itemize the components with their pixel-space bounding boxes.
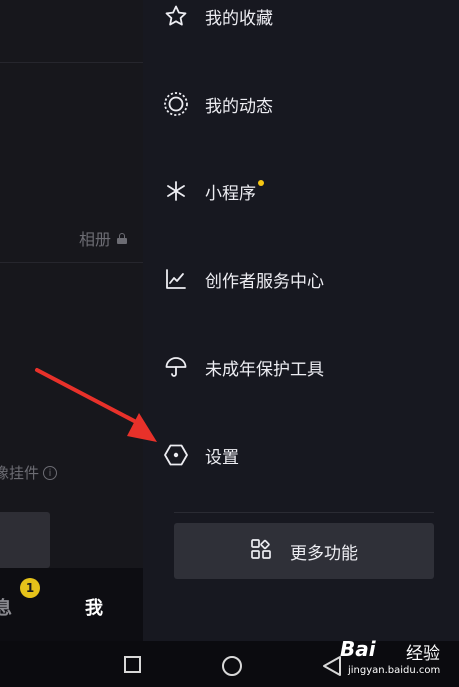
notification-badge: 1 bbox=[20, 578, 40, 598]
widget-label: 像挂件 bbox=[0, 464, 40, 482]
album-tab[interactable]: 相册 bbox=[79, 226, 127, 250]
umbrella-icon bbox=[163, 354, 189, 380]
hexagon-settings-icon bbox=[163, 442, 189, 468]
menu-item-label: 小程序 bbox=[205, 183, 256, 204]
more-features-label: 更多功能 bbox=[290, 543, 358, 564]
chart-line-icon bbox=[163, 266, 189, 292]
watermark-url: jingyan.baidu.com bbox=[348, 665, 441, 676]
bottom-tab-bar bbox=[0, 568, 143, 641]
menu-item-creator-center[interactable]: 创作者服务中心 bbox=[163, 259, 324, 299]
more-features-button[interactable]: 更多功能 bbox=[174, 523, 434, 579]
side-drawer-menu: 我的收藏 我的动态 小程序 创作者服务中心 未成年保护工具 设置 更多功能 bbox=[143, 0, 459, 641]
menu-item-my-activity[interactable]: 我的动态 bbox=[163, 84, 273, 124]
menu-item-mini-programs[interactable]: 小程序 bbox=[163, 171, 264, 211]
divider bbox=[0, 62, 143, 63]
grid-apps-icon bbox=[250, 538, 272, 564]
menu-item-minor-protection[interactable]: 未成年保护工具 bbox=[163, 347, 324, 387]
menu-item-label: 我的收藏 bbox=[205, 8, 273, 29]
tab-messages[interactable]: 息 bbox=[0, 594, 12, 620]
menu-item-label: 未成年保护工具 bbox=[205, 359, 324, 380]
menu-item-settings[interactable]: 设置 bbox=[163, 435, 239, 475]
recent-apps-icon[interactable] bbox=[124, 656, 141, 673]
menu-item-label: 创作者服务中心 bbox=[205, 271, 324, 292]
album-label: 相册 bbox=[78, 230, 111, 249]
menu-item-label: 设置 bbox=[205, 447, 239, 468]
tab-me[interactable]: 我 bbox=[85, 594, 103, 620]
divider bbox=[174, 512, 434, 513]
info-icon[interactable]: i bbox=[43, 465, 58, 480]
home-icon[interactable] bbox=[222, 656, 242, 676]
mini-program-icon bbox=[163, 178, 189, 204]
divider bbox=[0, 262, 143, 263]
menu-item-favorites[interactable]: 我的收藏 bbox=[163, 0, 273, 36]
watermark-logo: Bai 经验 jingyan.baidu.com bbox=[340, 635, 452, 685]
profile-action-button[interactable] bbox=[0, 512, 50, 568]
profile-page-dimmed: 相册 像挂件 i 息 1 我 bbox=[0, 0, 143, 641]
new-indicator-dot bbox=[258, 180, 264, 186]
widget-row[interactable]: 像挂件 i bbox=[0, 462, 58, 483]
menu-item-label: 我的动态 bbox=[205, 96, 273, 117]
lock-icon bbox=[117, 232, 127, 244]
activity-circle-icon bbox=[163, 91, 189, 117]
watermark-brand: Bai bbox=[340, 637, 376, 661]
star-icon bbox=[163, 3, 189, 29]
watermark-brand-cn: 经验 bbox=[406, 644, 440, 664]
